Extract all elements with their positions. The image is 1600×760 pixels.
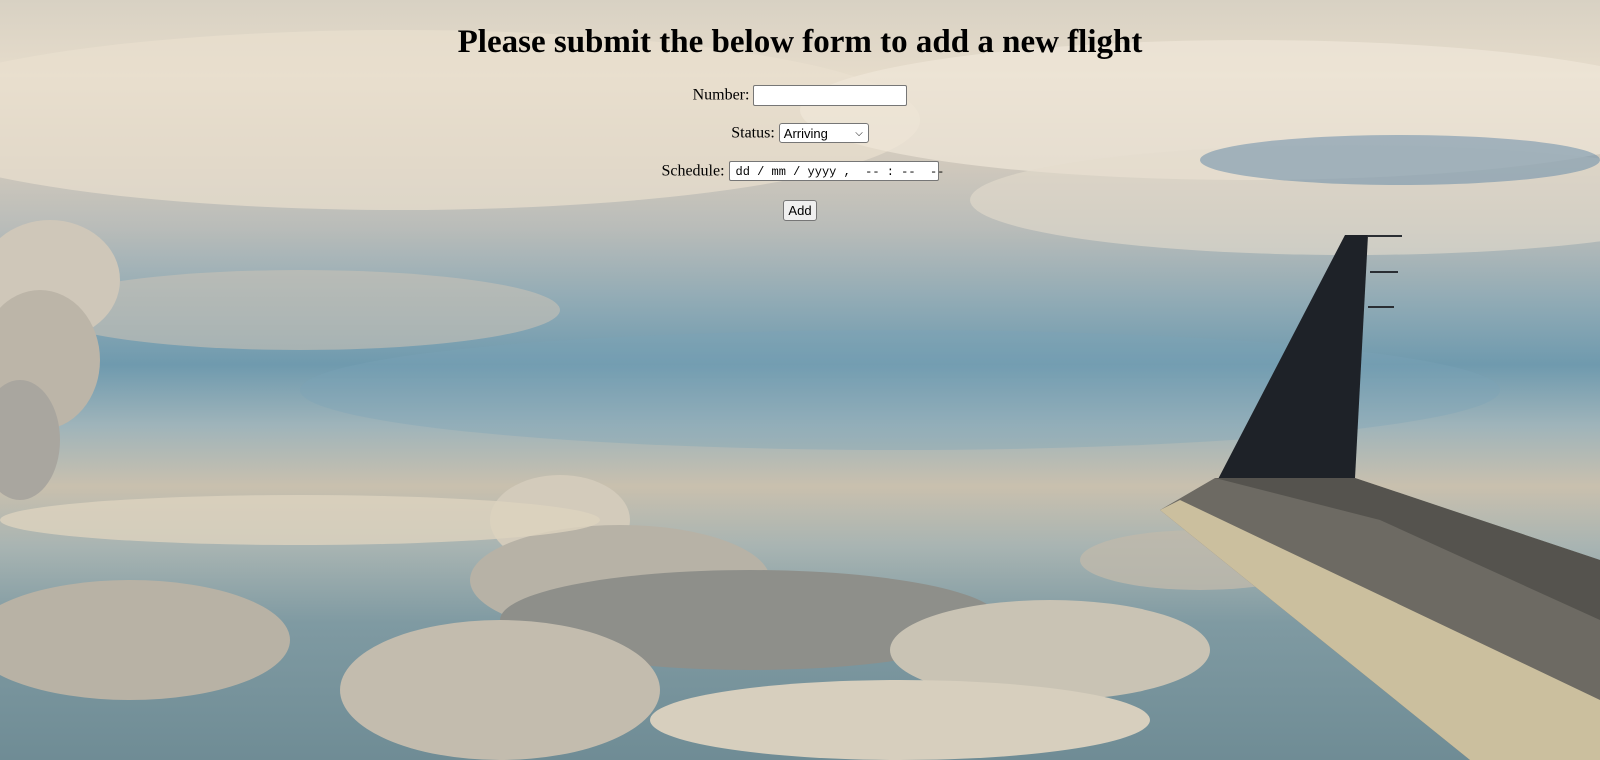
add-button[interactable]: Add — [783, 199, 817, 221]
status-row: Status: Arriving ⌵ — [0, 121, 1600, 145]
status-selected-value: Arriving — [783, 126, 828, 142]
status-select[interactable]: Arriving ⌵ — [778, 123, 869, 144]
add-flight-form-container: Please submit the below form to add a ne… — [0, 0, 1600, 222]
schedule-datetime-input[interactable]: dd / mm / yyyy , -- : -- -- — [728, 161, 944, 182]
number-input[interactable] — [753, 84, 908, 106]
chevron-down-icon: ⌵ — [855, 128, 863, 140]
page-title: Please submit the below form to add a ne… — [457, 24, 1143, 60]
status-label: Status: — [731, 124, 775, 142]
schedule-label: Schedule: — [661, 162, 725, 180]
schedule-row: Schedule: dd / mm / yyyy , -- : -- -- — [0, 159, 1600, 183]
number-label: Number: — [692, 86, 750, 104]
add-row: Add — [0, 198, 1600, 222]
number-row: Number: — [0, 83, 1600, 107]
add-flight-form: Number: Status: Arriving ⌵ Schedule: dd … — [0, 83, 1600, 222]
